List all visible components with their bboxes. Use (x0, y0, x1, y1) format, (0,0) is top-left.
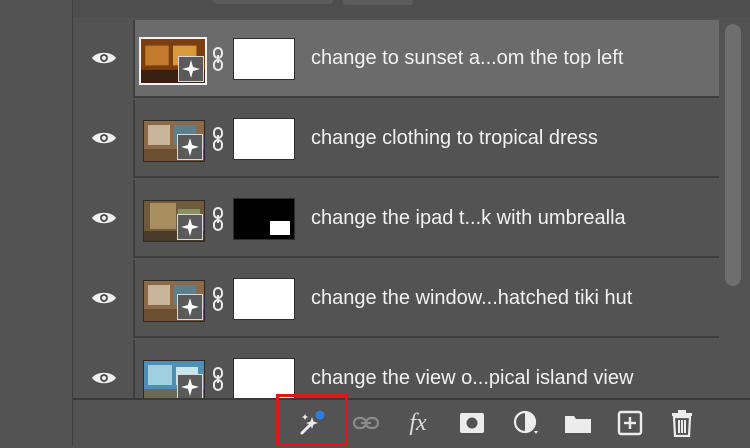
layer-thumbnail[interactable] (143, 200, 205, 242)
eye-icon[interactable] (91, 210, 117, 226)
layers-toolbar: fx (73, 394, 750, 448)
add-mask-button[interactable] (457, 408, 487, 438)
folder-icon (565, 416, 591, 433)
smart-object-badge (177, 294, 203, 320)
link-icon (352, 416, 380, 430)
new-layer-button[interactable] (615, 408, 645, 438)
layers-panel: change to sunset a...om the top left cha… (73, 0, 750, 448)
scrollbar-thumb[interactable] (725, 24, 741, 286)
visibility-cell[interactable] (73, 100, 135, 176)
sparkle-icon (181, 378, 199, 396)
layer-thumbnail[interactable] (143, 280, 205, 322)
layer-row[interactable]: change clothing to tropical dress (73, 100, 719, 178)
layer-row[interactable]: change the view o...pical island view (73, 340, 719, 398)
visibility-cell[interactable] (73, 180, 135, 256)
adjustment-layer-button[interactable] (511, 408, 541, 438)
chain-icon[interactable] (211, 287, 225, 311)
layer-name[interactable]: change clothing to tropical dress (311, 127, 598, 150)
layer-mask[interactable] (233, 278, 295, 320)
layer-thumbnail[interactable] (143, 120, 205, 162)
layer-row[interactable]: change the window...hatched tiki hut (73, 260, 719, 338)
delete-layer-button[interactable] (667, 408, 697, 438)
eye-icon[interactable] (91, 50, 117, 66)
smart-object-badge (177, 134, 203, 160)
sparkle-icon (181, 138, 199, 156)
mask-reveal-area (270, 221, 290, 235)
layer-name[interactable]: change to sunset a...om the top left (311, 47, 623, 70)
eye-icon[interactable] (91, 370, 117, 386)
mask-icon (460, 413, 484, 433)
layer-thumbnail[interactable] (139, 37, 207, 85)
adjustment-icon (513, 410, 538, 434)
visibility-cell[interactable] (73, 20, 135, 96)
chain-icon[interactable] (211, 127, 225, 151)
layer-mask[interactable] (233, 358, 295, 398)
new-group-button[interactable] (563, 408, 593, 438)
smart-object-badge (177, 214, 203, 240)
new-layer-icon (617, 410, 643, 436)
top-strip-edge (343, 0, 413, 5)
layer-name[interactable]: change the view o...pical island view (311, 367, 633, 390)
layer-name[interactable]: change the ipad t...k with umbrealla (311, 207, 626, 230)
generative-fill-button[interactable] (297, 408, 327, 438)
sparkle-icon (182, 60, 200, 78)
smart-object-badge (177, 374, 203, 398)
generative-fill-icon (300, 410, 325, 435)
layer-row[interactable]: change the ipad t...k with umbrealla (73, 180, 719, 258)
fx-icon: fx (409, 409, 427, 436)
chain-icon[interactable] (211, 207, 225, 231)
layer-thumbnail[interactable] (143, 360, 205, 398)
layer-mask[interactable] (233, 118, 295, 160)
link-layers-button[interactable] (351, 408, 381, 438)
trash-icon (672, 410, 692, 437)
eye-icon[interactable] (91, 130, 117, 146)
layer-name[interactable]: change the window...hatched tiki hut (311, 287, 632, 310)
top-strip (73, 0, 750, 18)
layer-row[interactable]: change to sunset a...om the top left (73, 20, 719, 98)
layer-mask[interactable] (233, 38, 295, 80)
visibility-cell[interactable] (73, 340, 135, 398)
layers-list: change to sunset a...om the top left cha… (73, 20, 719, 398)
layer-mask[interactable] (233, 198, 295, 240)
chain-icon[interactable] (211, 367, 225, 391)
layer-style-button[interactable]: fx (403, 408, 433, 438)
sparkle-icon (181, 218, 199, 236)
eye-icon[interactable] (91, 290, 117, 306)
top-strip-edge (213, 0, 333, 4)
chain-icon[interactable] (211, 47, 225, 71)
left-rail (0, 0, 73, 446)
sparkle-icon (181, 298, 199, 316)
smart-object-badge (178, 56, 204, 82)
visibility-cell[interactable] (73, 260, 135, 336)
